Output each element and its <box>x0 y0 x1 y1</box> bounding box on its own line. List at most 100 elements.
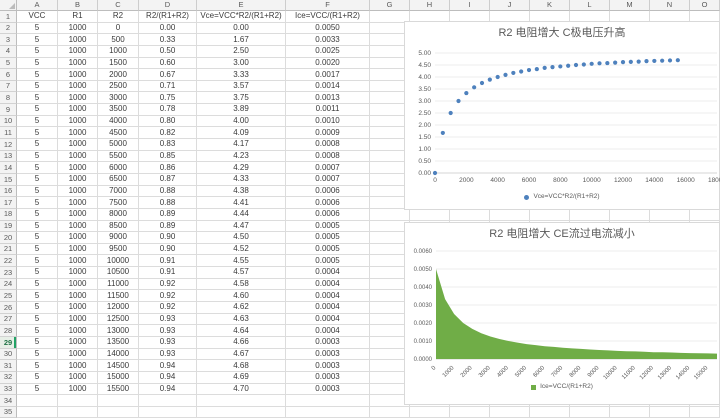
cell[interactable]: 1000 <box>58 127 98 139</box>
cell[interactable]: 0.0003 <box>286 349 370 361</box>
cell[interactable]: 3000 <box>98 92 139 104</box>
cell[interactable]: 1000 <box>58 232 98 244</box>
cell[interactable]: 9000 <box>98 232 139 244</box>
cell[interactable]: 0.0020 <box>286 58 370 70</box>
cell[interactable]: Vce=VCC*R2/(R1+R2) <box>197 11 286 23</box>
cell[interactable]: 4.41 <box>197 197 286 209</box>
cell[interactable]: 4.63 <box>197 314 286 326</box>
row-header-19[interactable]: 19 <box>0 221 17 233</box>
row-header-7[interactable]: 7 <box>0 81 17 93</box>
cell[interactable]: 3500 <box>98 104 139 116</box>
cell[interactable]: 4.38 <box>197 186 286 198</box>
cell[interactable]: 5 <box>17 314 58 326</box>
cell[interactable] <box>450 407 490 418</box>
cell[interactable]: 1000 <box>58 69 98 81</box>
cell[interactable]: 0.93 <box>139 349 197 361</box>
cell[interactable]: 11500 <box>98 290 139 302</box>
cell[interactable]: 15500 <box>98 384 139 396</box>
cell[interactable]: 0.00 <box>197 23 286 35</box>
row-header-28[interactable]: 28 <box>0 325 17 337</box>
column-header-H[interactable]: H <box>410 0 450 11</box>
chart-ice-area[interactable]: 0.00000.00100.00200.00300.00400.00500.00… <box>404 222 720 405</box>
cell[interactable] <box>370 209 410 221</box>
cell[interactable]: 4.29 <box>197 162 286 174</box>
cell[interactable]: 5 <box>17 127 58 139</box>
cell[interactable]: 6000 <box>98 162 139 174</box>
cell[interactable]: VCC <box>17 11 58 23</box>
cell[interactable]: 3.89 <box>197 104 286 116</box>
cell[interactable]: 5 <box>17 92 58 104</box>
cell[interactable] <box>139 395 197 407</box>
cell[interactable]: 1000 <box>58 384 98 396</box>
cell[interactable]: 0.0009 <box>286 127 370 139</box>
cell[interactable] <box>139 407 197 418</box>
cell[interactable] <box>490 407 530 418</box>
cell[interactable]: 0.91 <box>139 255 197 267</box>
cell[interactable]: 4.66 <box>197 337 286 349</box>
cell[interactable]: 1000 <box>58 244 98 256</box>
cell[interactable]: 5000 <box>98 139 139 151</box>
cell[interactable]: 0.00 <box>139 23 197 35</box>
cell[interactable]: 4.44 <box>197 209 286 221</box>
cell[interactable]: 5 <box>17 279 58 291</box>
cell[interactable]: 0.93 <box>139 314 197 326</box>
cell[interactable]: 5 <box>17 244 58 256</box>
column-header-N[interactable]: N <box>650 0 690 11</box>
cell[interactable]: 0 <box>98 23 139 35</box>
row-header-14[interactable]: 14 <box>0 162 17 174</box>
cell[interactable]: 0.0008 <box>286 139 370 151</box>
column-header-M[interactable]: M <box>610 0 650 11</box>
row-header-17[interactable]: 17 <box>0 197 17 209</box>
cell[interactable]: 1000 <box>98 46 139 58</box>
cell[interactable]: 0.0033 <box>286 34 370 46</box>
cell[interactable]: 8500 <box>98 221 139 233</box>
cell[interactable]: 0.0004 <box>286 267 370 279</box>
cell[interactable]: 7000 <box>98 186 139 198</box>
cell[interactable]: 0.33 <box>139 34 197 46</box>
cell[interactable]: 1500 <box>98 58 139 70</box>
cell[interactable]: 1000 <box>58 302 98 314</box>
cell[interactable]: 0.0005 <box>286 221 370 233</box>
cell[interactable]: 0.0007 <box>286 174 370 186</box>
row-header-8[interactable]: 8 <box>0 92 17 104</box>
row-header-15[interactable]: 15 <box>0 174 17 186</box>
cell[interactable] <box>650 407 690 418</box>
cell[interactable]: 0.88 <box>139 186 197 198</box>
row-header-10[interactable]: 10 <box>0 116 17 128</box>
cell[interactable]: 1000 <box>58 372 98 384</box>
cell[interactable]: 0.0007 <box>286 162 370 174</box>
cell[interactable]: 4.64 <box>197 325 286 337</box>
cell[interactable]: 0.50 <box>139 46 197 58</box>
cell[interactable]: 10500 <box>98 267 139 279</box>
cell[interactable]: 11000 <box>98 279 139 291</box>
column-header-F[interactable]: F <box>286 0 370 11</box>
cell[interactable]: 0.80 <box>139 116 197 128</box>
cell[interactable]: 4000 <box>98 116 139 128</box>
cell[interactable]: 4.50 <box>197 232 286 244</box>
column-header-I[interactable]: I <box>450 0 490 11</box>
cell[interactable]: R1 <box>58 11 98 23</box>
cell[interactable]: 1000 <box>58 104 98 116</box>
cell[interactable]: 9500 <box>98 244 139 256</box>
row-header-16[interactable]: 16 <box>0 186 17 198</box>
cell[interactable]: 1000 <box>58 349 98 361</box>
cell[interactable]: 0.0014 <box>286 81 370 93</box>
cell[interactable]: 1000 <box>58 267 98 279</box>
cell[interactable] <box>286 395 370 407</box>
cell[interactable]: 5 <box>17 255 58 267</box>
cell[interactable]: 5 <box>17 81 58 93</box>
row-header-12[interactable]: 12 <box>0 139 17 151</box>
cell[interactable]: 5 <box>17 139 58 151</box>
cell[interactable]: 7500 <box>98 197 139 209</box>
row-header-5[interactable]: 5 <box>0 58 17 70</box>
cell[interactable] <box>410 407 450 418</box>
cell[interactable]: 4.69 <box>197 372 286 384</box>
cell[interactable]: 4.09 <box>197 127 286 139</box>
cell[interactable]: 14500 <box>98 360 139 372</box>
cell[interactable]: 0.0013 <box>286 92 370 104</box>
cell[interactable]: 0.60 <box>139 58 197 70</box>
row-header-29[interactable]: 29 <box>0 337 17 349</box>
cell[interactable]: 5 <box>17 302 58 314</box>
cell[interactable]: 4.47 <box>197 221 286 233</box>
cell[interactable]: 0.0004 <box>286 302 370 314</box>
